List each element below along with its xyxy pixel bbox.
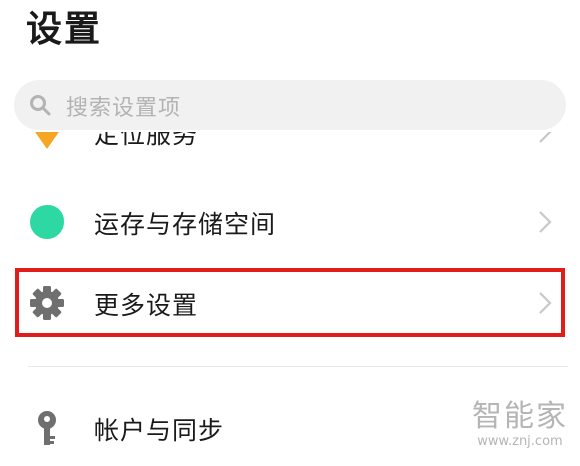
chevron-right-icon	[539, 132, 552, 143]
search-bar[interactable]: 搜索设置项	[14, 80, 566, 130]
key-icon	[38, 411, 56, 445]
settings-item-label: 运存与存储空间	[94, 210, 277, 239]
divider	[28, 366, 568, 367]
pie-chart-icon	[30, 203, 66, 239]
settings-item-storage[interactable]: 运存与存储空间	[0, 182, 580, 262]
settings-item-location[interactable]: 定位服务	[0, 132, 580, 172]
watermark: 智能家 www.znj.com	[466, 400, 574, 450]
watermark-url: www.znj.com	[477, 434, 563, 449]
settings-item-label: 定位服务	[94, 132, 199, 149]
settings-item-label: 帐户与同步	[94, 416, 225, 445]
settings-list: 定位服务 运存与存储空间 更多设置 帐户与同步 智能家 www.znj.com	[0, 132, 580, 466]
location-icon	[35, 132, 59, 149]
chevron-right-icon	[539, 211, 552, 233]
search-placeholder: 搜索设置项	[66, 96, 182, 121]
page-title: 设置	[26, 9, 103, 50]
watermark-text: 智能家	[472, 399, 568, 434]
search-icon	[30, 95, 51, 116]
highlight-box	[15, 268, 565, 337]
